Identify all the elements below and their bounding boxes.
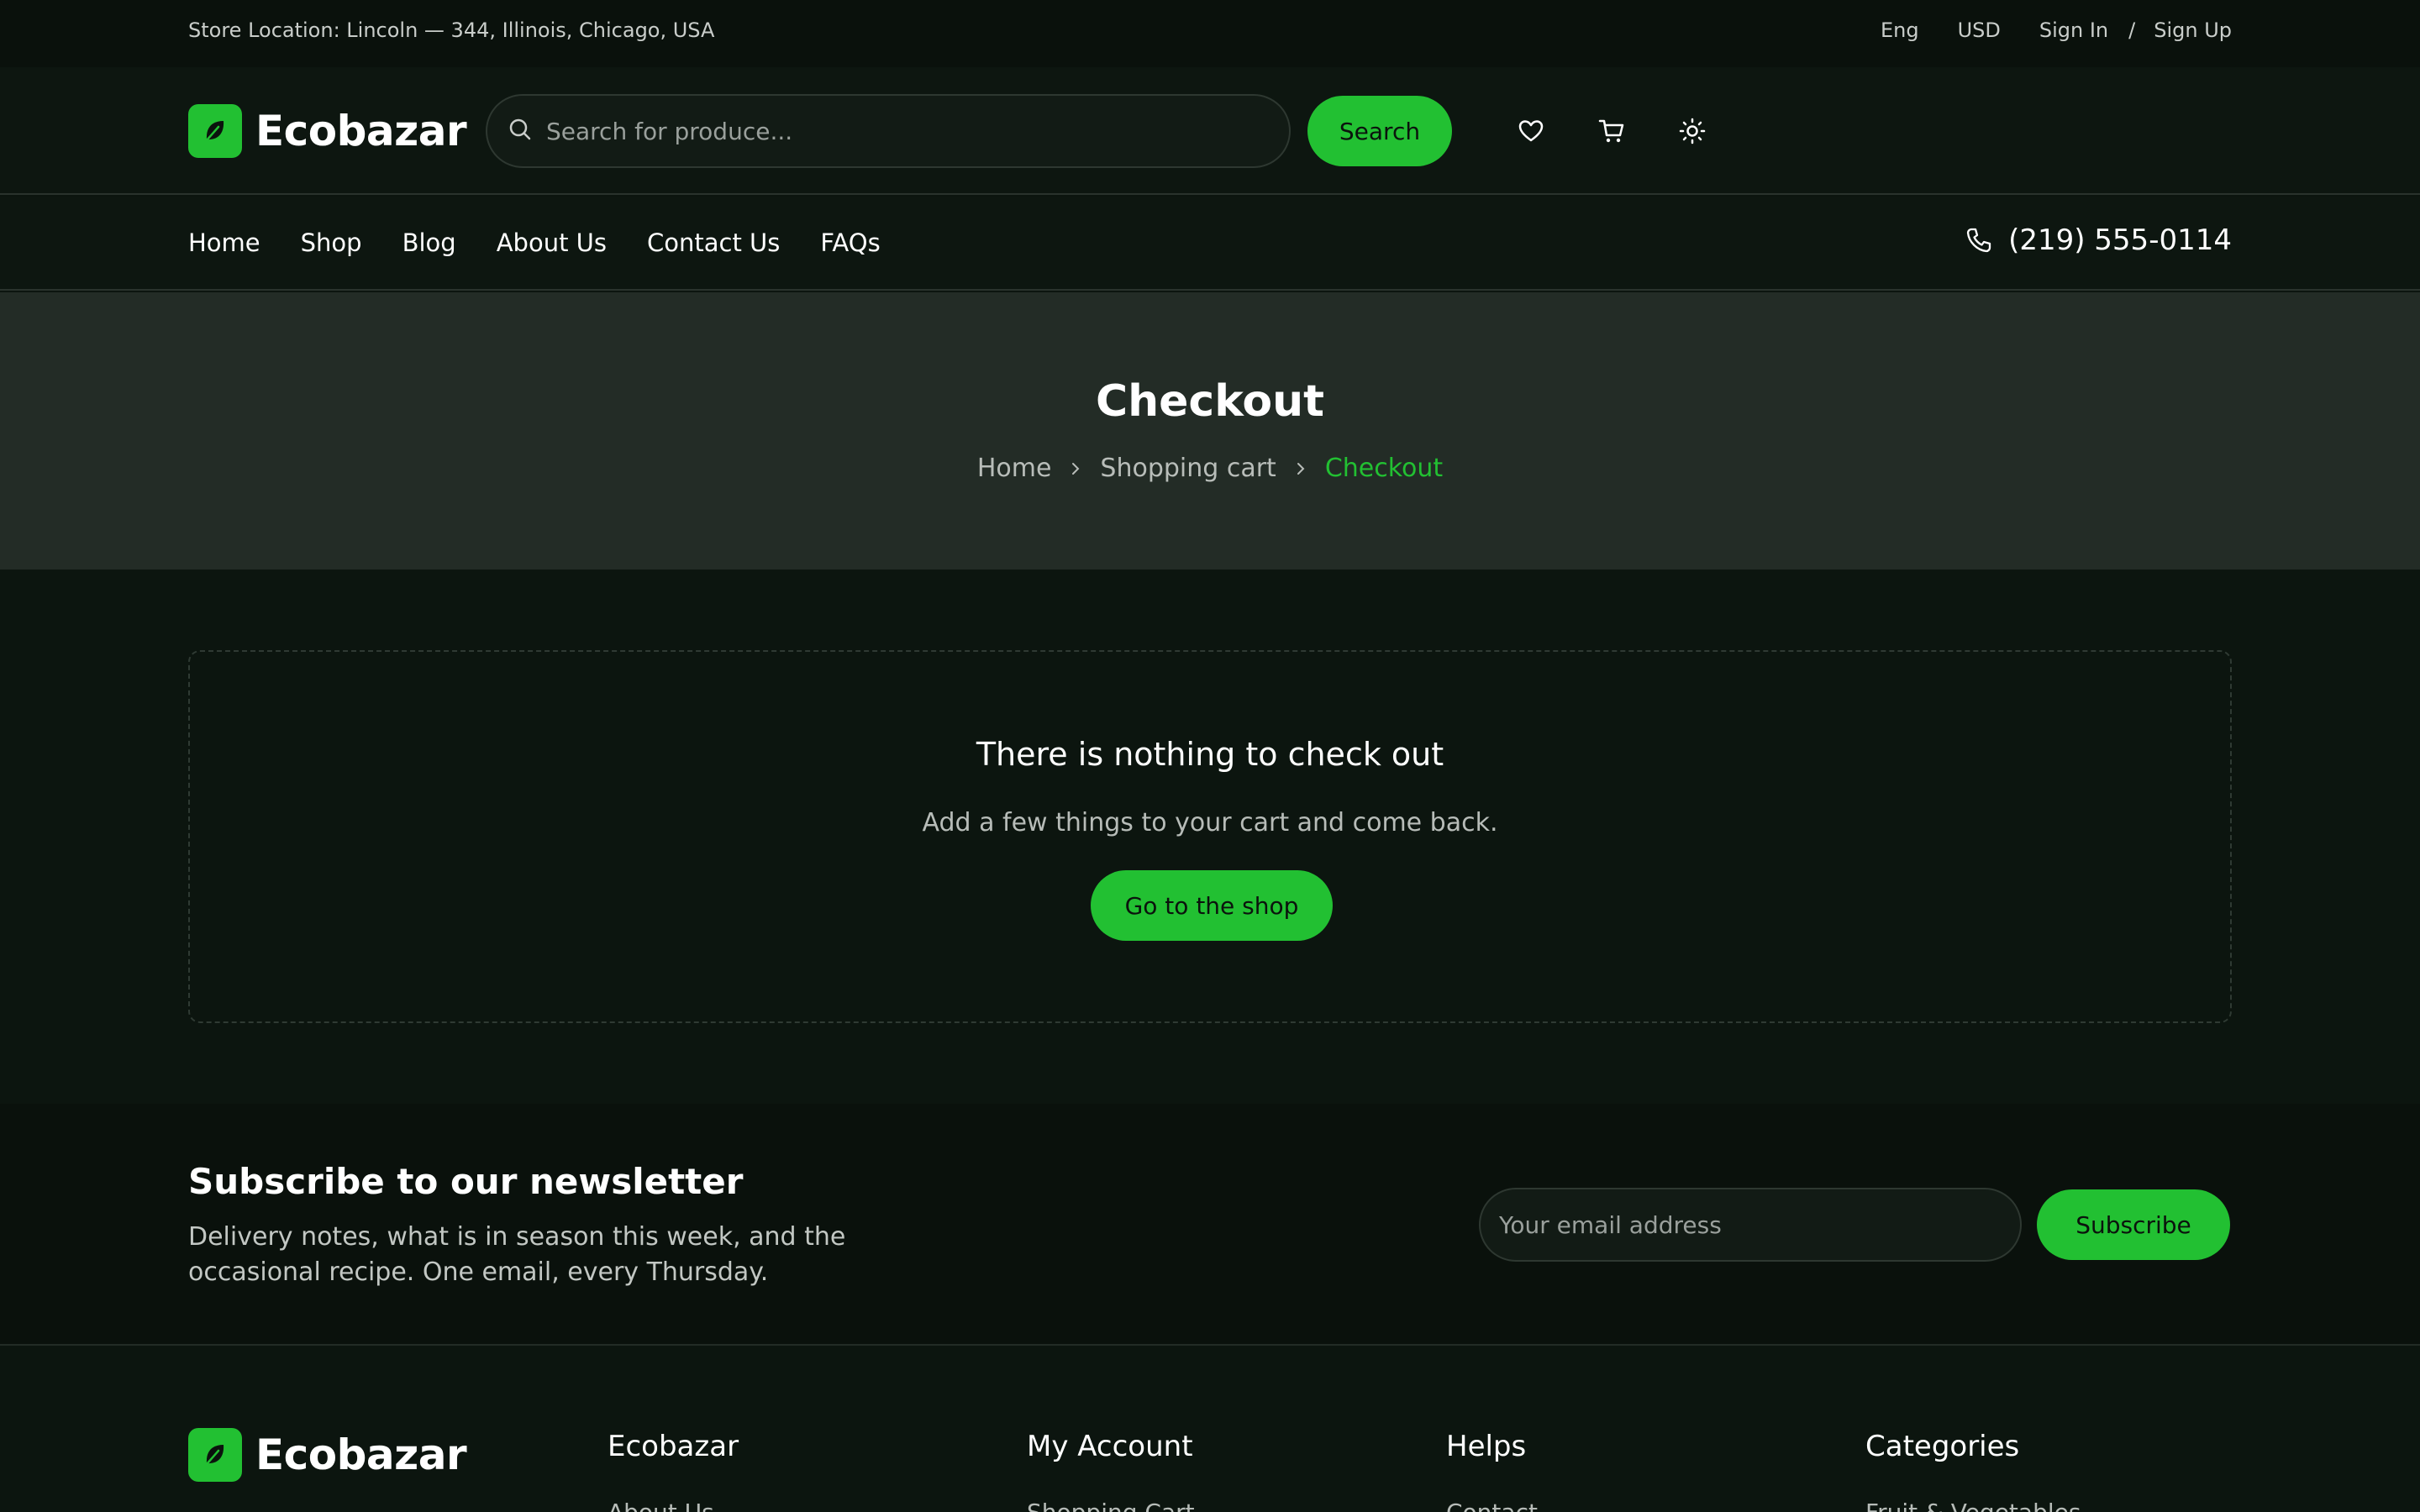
currency-selector[interactable]: USD xyxy=(1958,18,2001,42)
top-bar-links: Eng USD Sign In / Sign Up xyxy=(1842,18,2232,42)
phone-icon xyxy=(1965,226,1993,255)
breadcrumb-current: Checkout xyxy=(1324,454,1444,483)
sun-icon[interactable] xyxy=(1676,114,1709,148)
chevron-right-icon xyxy=(1293,461,1308,476)
newsletter-section: Subscribe to our newsletter Delivery not… xyxy=(0,1104,2420,1346)
footer-link[interactable]: Shopping Cart xyxy=(1027,1499,1195,1512)
sign-up-link[interactable]: Sign Up xyxy=(2154,18,2232,42)
page-hero: Checkout Home Shopping cart Checkout xyxy=(0,292,2420,570)
empty-checkout-panel: There is nothing to check out Add a few … xyxy=(188,650,2232,1023)
empty-message: Add a few things to your cart and come b… xyxy=(922,808,1498,837)
chevron-right-icon xyxy=(1068,461,1083,476)
breadcrumb: Home Shopping cart Checkout xyxy=(0,454,2420,483)
top-bar: Store Location: Lincoln — 344, Illinois,… xyxy=(0,0,2420,67)
footer-link[interactable]: About Us xyxy=(608,1499,714,1512)
nav-item-home[interactable]: Home xyxy=(188,228,260,257)
footer-logo[interactable]: Ecobazar xyxy=(188,1428,467,1482)
empty-heading: There is nothing to check out xyxy=(976,736,1444,773)
footer-column-title: My Account xyxy=(1027,1430,1193,1463)
footer-brand-name: Ecobazar xyxy=(255,1431,467,1479)
nav-item-shop[interactable]: Shop xyxy=(301,228,362,257)
email-field[interactable] xyxy=(1499,1210,2003,1239)
auth-separator: / xyxy=(2128,18,2136,42)
breadcrumb-home[interactable]: Home xyxy=(977,454,1052,483)
search-bar xyxy=(486,94,1291,168)
email-field-wrapper xyxy=(1479,1188,2022,1262)
footer-link[interactable]: Contact xyxy=(1446,1499,1538,1512)
phone-number: (219) 555-0114 xyxy=(2008,223,2232,257)
newsletter-heading: Subscribe to our newsletter xyxy=(188,1161,744,1202)
breadcrumb-cart[interactable]: Shopping cart xyxy=(1100,454,1276,483)
nav-item-contact[interactable]: Contact Us xyxy=(647,228,780,257)
search-input[interactable] xyxy=(546,117,1235,145)
nav-item-about[interactable]: About Us xyxy=(497,228,607,257)
leaf-icon xyxy=(188,1428,242,1482)
newsletter-description: Delivery notes, what is in season this w… xyxy=(188,1222,846,1287)
main-nav: Home Shop Blog About Us Contact Us FAQs … xyxy=(0,197,2420,291)
brand-name: Ecobazar xyxy=(255,107,467,155)
header: Ecobazar Search xyxy=(0,67,2420,195)
logo[interactable]: Ecobazar xyxy=(188,104,467,158)
subscribe-button[interactable]: Subscribe xyxy=(2037,1189,2230,1260)
search-button[interactable]: Search xyxy=(1307,96,1452,166)
nav-item-blog[interactable]: Blog xyxy=(402,228,456,257)
footer-column-title: Ecobazar xyxy=(608,1430,739,1463)
footer: Ecobazar Ecobazar About Us My Account Sh… xyxy=(0,1347,2420,1512)
leaf-icon xyxy=(188,104,242,158)
sign-in-link[interactable]: Sign In xyxy=(2039,18,2108,42)
heart-icon[interactable] xyxy=(1514,114,1548,148)
footer-link[interactable]: Fruit & Vegetables xyxy=(1865,1499,2081,1512)
footer-column-title: Categories xyxy=(1865,1430,2020,1463)
nav-item-faqs[interactable]: FAQs xyxy=(820,228,880,257)
go-to-shop-button[interactable]: Go to the shop xyxy=(1091,870,1333,941)
store-location: Store Location: Lincoln — 344, Illinois,… xyxy=(188,18,715,42)
phone-contact[interactable]: (219) 555-0114 xyxy=(1965,223,2232,257)
page-title: Checkout xyxy=(1095,376,1325,427)
language-selector[interactable]: Eng xyxy=(1881,18,1919,42)
cart-icon[interactable] xyxy=(1595,114,1628,148)
footer-column-title: Helps xyxy=(1446,1430,1527,1463)
search-icon xyxy=(508,117,533,145)
